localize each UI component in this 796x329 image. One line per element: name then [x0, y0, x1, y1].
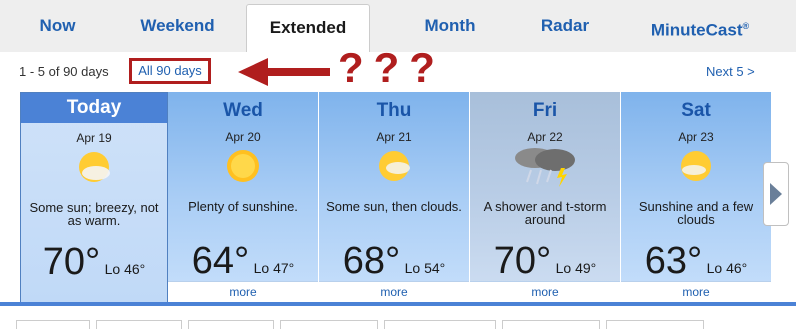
lower-tab[interactable] [280, 320, 378, 329]
all-days-link-highlight: All 90 days [129, 58, 211, 84]
tab-now[interactable]: Now [20, 0, 95, 52]
day-date: Apr 20 [225, 130, 261, 144]
day-description: Plenty of sunshine. [188, 199, 298, 214]
next-days-button[interactable] [763, 162, 789, 226]
lower-tab[interactable] [188, 320, 274, 329]
day-card-fri[interactable]: Fri Apr 22 A shower and t-storm around 7… [470, 92, 621, 302]
day-name: Fri [532, 100, 558, 121]
thunderstorm-icon [515, 148, 575, 187]
day-description: Sunshine and a few clouds [638, 199, 754, 227]
high-temp: 70° [493, 240, 552, 282]
day-name: Today [21, 93, 167, 123]
day-date: Apr 22 [527, 130, 563, 144]
day-name: Wed [223, 100, 263, 121]
day-description: Some sun; breezy, not as warm. [29, 200, 159, 228]
all-days-link[interactable]: All 90 days [132, 61, 208, 81]
day-name: Sat [681, 100, 711, 121]
tab-weekend[interactable]: Weekend [120, 0, 235, 52]
day-date: Apr 21 [376, 130, 412, 144]
tab-radar[interactable]: Radar [520, 0, 610, 52]
low-temp: Lo 46° [104, 261, 146, 277]
lower-tab[interactable] [502, 320, 600, 329]
lower-tab[interactable] [606, 320, 704, 329]
high-temp: 64° [191, 240, 250, 282]
sun-cloud-icon [681, 151, 711, 181]
low-temp: Lo 46° [706, 260, 748, 276]
range-text: 1 - 5 of 90 days [19, 64, 109, 79]
day-temps: 64° Lo 47° [168, 240, 318, 283]
divider [0, 302, 796, 306]
lower-tab[interactable] [16, 320, 90, 329]
low-temp: Lo 47° [253, 260, 295, 276]
day-description: A shower and t-storm around [483, 199, 607, 227]
day-name: Thu [376, 100, 412, 121]
high-temp: 70° [42, 241, 101, 283]
annotation-arrow [238, 58, 330, 86]
day-card-thu[interactable]: Thu Apr 21 Some sun, then clouds. 68° Lo… [319, 92, 470, 302]
day-card-today[interactable]: Today Apr 19 Some sun; breezy, not as wa… [20, 92, 168, 304]
day-card-sat[interactable]: Sat Apr 23 Sunshine and a few clouds 63°… [621, 92, 772, 302]
more-link[interactable]: more [470, 281, 620, 302]
lower-tab[interactable] [384, 320, 496, 329]
sun-cloud-icon [379, 151, 410, 181]
day-temps: 70° Lo 46° [21, 241, 167, 284]
annotation-question-marks: ??? [338, 44, 445, 91]
low-temp: Lo 54° [404, 260, 446, 276]
tab-minutecast[interactable]: MinuteCast® [630, 0, 770, 52]
high-temp: 63° [644, 240, 703, 282]
high-temp: 68° [342, 240, 401, 282]
day-date: Apr 23 [678, 130, 714, 144]
more-link[interactable]: more [168, 281, 318, 302]
day-temps: 68° Lo 54° [319, 240, 469, 283]
day-description: Some sun, then clouds. [326, 199, 462, 214]
day-card-wed[interactable]: Wed Apr 20 Plenty of sunshine. 64° Lo 47… [168, 92, 319, 302]
sun-icon [227, 150, 259, 182]
more-link[interactable]: more [319, 281, 469, 302]
next-5-link[interactable]: Next 5 > [706, 64, 755, 79]
day-temps: 70° Lo 49° [470, 240, 620, 283]
day-date: Apr 19 [76, 131, 112, 145]
sun-cloud-icon [79, 152, 110, 182]
low-temp: Lo 49° [555, 260, 597, 276]
lower-tab[interactable] [96, 320, 182, 329]
day-temps: 63° Lo 46° [621, 240, 771, 283]
chevron-right-icon [770, 183, 782, 205]
more-link[interactable]: more [621, 281, 771, 302]
